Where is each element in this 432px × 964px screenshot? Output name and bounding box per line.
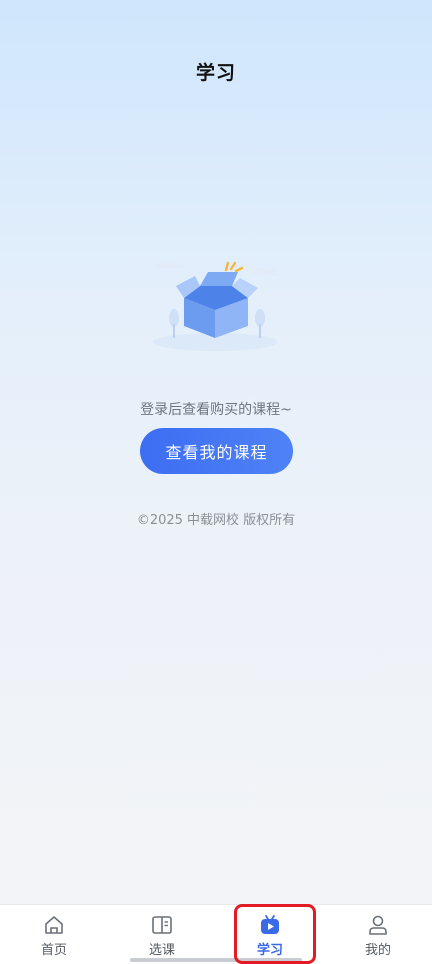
bottom-tab-bar: 首页 选课 学习 我的 (0, 904, 432, 964)
view-my-courses-button[interactable]: 查看我的课程 (140, 428, 293, 474)
tab-study[interactable]: 学习 (216, 905, 324, 964)
tab-courses-label: 选课 (148, 943, 175, 958)
user-icon (369, 915, 387, 935)
page-title: 学习 (195, 62, 236, 84)
book-icon (152, 916, 172, 934)
copyright-text: ©2025 中载网校 版权所有 (136, 513, 296, 528)
play-icon (261, 915, 279, 934)
page-header: 学习 (0, 0, 432, 140)
tab-courses[interactable]: 选课 (108, 905, 216, 964)
open-box-icon (153, 261, 280, 351)
tab-home[interactable]: 首页 (0, 905, 108, 964)
tab-profile-label: 我的 (364, 943, 391, 958)
login-hint-text: 登录后查看购买的课程~ (140, 402, 292, 418)
tab-profile[interactable]: 我的 (324, 905, 432, 964)
empty-box-illustration (140, 250, 290, 360)
tab-study-label: 学习 (256, 943, 283, 958)
tab-home-label: 首页 (40, 943, 67, 958)
home-indicator (130, 958, 302, 962)
home-icon (45, 916, 63, 934)
